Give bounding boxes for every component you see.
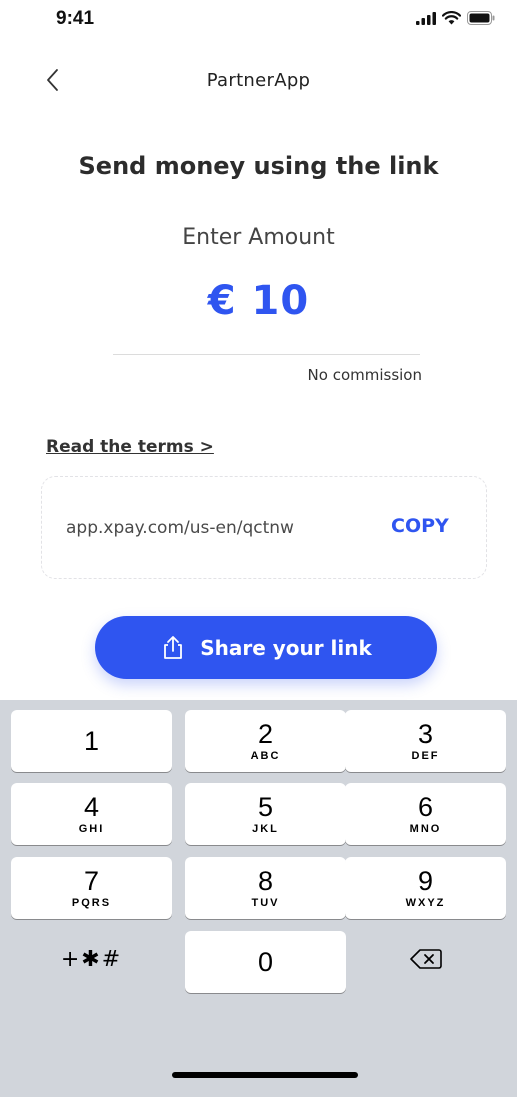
key-7[interactable]: 7 PQRS — [11, 857, 172, 919]
symbols-label: +✱# — [60, 946, 123, 972]
key-letters: ABC — [250, 750, 281, 762]
key-digit: 2 — [257, 719, 274, 749]
key-digit: 4 — [83, 792, 100, 822]
key-9[interactable]: 9 WXYZ — [345, 857, 506, 919]
wifi-icon — [442, 11, 461, 25]
key-digit: 1 — [83, 726, 100, 756]
share-label: Share your link — [200, 635, 372, 660]
status-icons — [416, 11, 495, 25]
key-letters: WXYZ — [405, 897, 446, 909]
page-title: Send money using the link — [78, 152, 439, 180]
backspace-icon — [409, 949, 442, 969]
numeric-keypad: 1 2 ABC 3 DEF 4 GHI 5 JKL 6 MNO 7 PQRS 8… — [0, 700, 517, 1097]
amount-underline — [113, 354, 420, 355]
share-link-button[interactable]: Share your link — [95, 616, 437, 679]
key-digit: 5 — [257, 792, 274, 822]
nav-title: PartnerApp — [206, 70, 311, 91]
commission-note: No commission — [307, 366, 422, 384]
key-0[interactable]: 0 — [185, 931, 346, 993]
status-time: 9:41 — [56, 8, 95, 29]
key-letters: TUV — [251, 897, 280, 909]
key-letters: DEF — [411, 750, 440, 762]
read-terms-link[interactable]: Read the terms > — [46, 437, 214, 457]
link-url: app.xpay.com/us-en/qctnw — [66, 518, 294, 538]
key-2[interactable]: 2 ABC — [185, 710, 346, 772]
amount-input[interactable]: € 10 — [0, 278, 517, 324]
key-letters: GHI — [78, 823, 105, 835]
key-digit: 9 — [417, 866, 434, 896]
key-digit: 3 — [417, 719, 434, 749]
key-digit: 6 — [417, 792, 434, 822]
key-letters: PQRS — [71, 897, 112, 909]
key-digit: 7 — [83, 866, 100, 896]
key-letters: MNO — [409, 823, 442, 835]
battery-icon — [467, 11, 495, 25]
key-5[interactable]: 5 JKL — [185, 783, 346, 845]
key-digit: 8 — [257, 866, 274, 896]
key-letters: JKL — [252, 823, 279, 835]
key-8[interactable]: 8 TUV — [185, 857, 346, 919]
key-digit: 0 — [257, 947, 274, 977]
key-6[interactable]: 6 MNO — [345, 783, 506, 845]
symbols-key[interactable]: +✱# — [11, 928, 172, 990]
key-3[interactable]: 3 DEF — [345, 710, 506, 772]
key-4[interactable]: 4 GHI — [11, 783, 172, 845]
key-1[interactable]: 1 — [11, 710, 172, 772]
copy-button[interactable]: COPY — [391, 515, 449, 537]
signal-icon — [416, 11, 436, 25]
share-icon — [164, 635, 183, 659]
amount-label: Enter Amount — [182, 225, 335, 250]
delete-key[interactable] — [345, 928, 506, 990]
home-indicator — [172, 1072, 358, 1078]
